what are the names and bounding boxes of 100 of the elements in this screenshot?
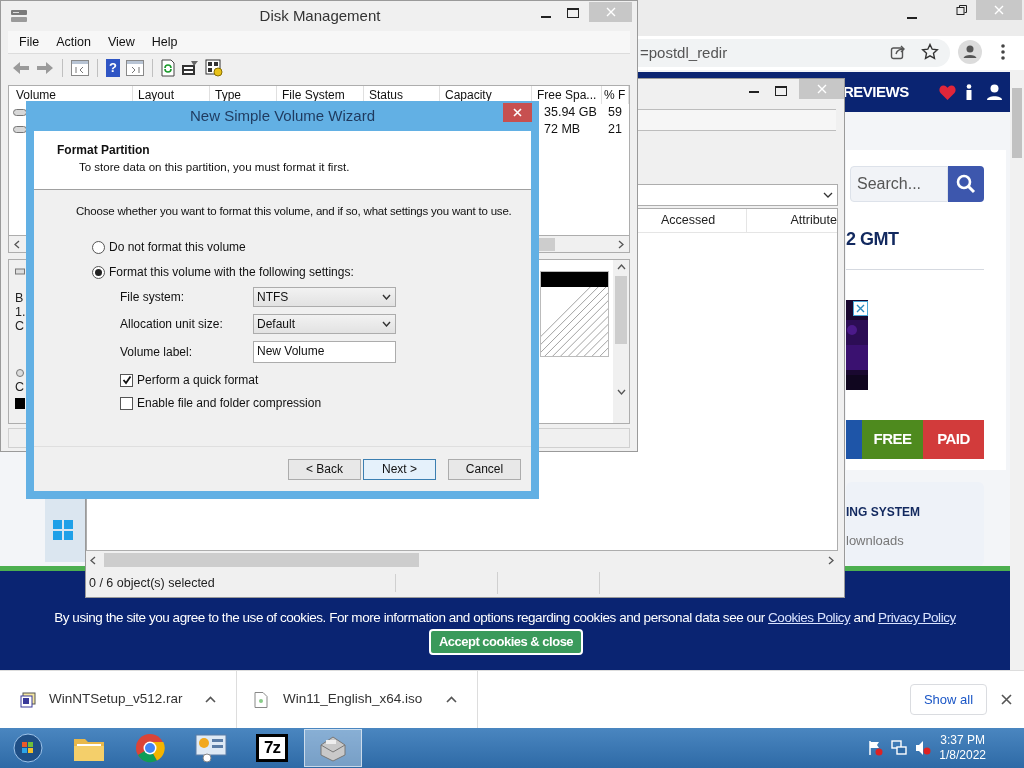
star-icon[interactable] [921,43,939,61]
dropdown[interactable]: NTFS [253,287,396,307]
properties-icon[interactable] [181,60,199,76]
address-bar[interactable]: =postdl_redir [638,39,950,67]
maximize-icon[interactable] [775,86,787,96]
heart-icon[interactable] [938,84,956,100]
field-label: Volume label: [120,344,194,361]
archive-icon [20,691,36,708]
radio-label[interactable]: Do not format this volume [109,238,246,256]
radio-button[interactable] [92,265,105,279]
info-icon[interactable] [965,84,972,100]
column-header[interactable]: Attribute [747,209,837,232]
disk-label: C [15,319,26,333]
dialog-button[interactable]: < Back [288,458,361,480]
clock-date[interactable]: 1/8/2022 [939,748,986,763]
url-text: =postdl_redir [640,42,728,63]
radio-label[interactable]: Format this volume with the following settings: [109,263,354,281]
file-icon [254,691,268,708]
privacy-policy-link[interactable]: Privacy Policy [878,610,956,625]
scroll-right-icon[interactable] [828,555,834,565]
nav-link[interactable]: REVIEWS [843,80,909,104]
user-icon[interactable] [986,84,1002,100]
card-title: ING SYSTEM [846,504,920,521]
radio-button[interactable] [92,240,105,254]
dialog-button[interactable]: Next > [363,458,436,480]
chevron-down-icon[interactable] [382,321,391,327]
network-icon[interactable] [891,740,908,756]
page-heading: Format Partition [57,142,151,159]
accept-cookies-button[interactable]: Accept cookies & close [429,629,583,655]
column-header[interactable]: % F [602,86,629,104]
menu-icon[interactable] [1000,43,1006,61]
menu-item[interactable]: File [19,32,40,52]
scrollbar-thumb[interactable] [104,553,419,567]
menu-item[interactable]: Help [151,32,178,52]
help-icon[interactable]: ? [106,59,120,77]
profile-icon[interactable] [958,40,982,64]
dialog-title: New Simple Volume Wizard [189,105,376,126]
chrome-icon[interactable] [135,733,165,763]
table-cell-text: 59 [607,104,622,122]
drive-icon [13,109,27,116]
action-pane-icon[interactable] [126,60,144,76]
search-placeholder: Search... [857,174,922,194]
taskbar-button[interactable]: 7z [243,729,301,767]
control-panel-icon[interactable] [195,733,227,763]
chevron-up-icon[interactable] [446,696,457,703]
search-icon[interactable] [956,174,976,194]
checkbox[interactable] [120,373,133,387]
vertical-scrollbar[interactable] [613,260,629,423]
minimize-icon[interactable] [749,90,761,94]
taskbar-button[interactable] [304,729,362,767]
cookies-policy-link[interactable]: Cookies Policy [768,610,851,625]
scroll-left-icon[interactable] [14,239,20,249]
category-tab[interactable]: PAID [923,420,984,459]
menu-item[interactable]: Action [56,32,91,52]
drive-icon [13,126,27,133]
show-all-button[interactable]: Show all [910,684,987,715]
scroll-up-icon[interactable] [616,264,626,270]
refresh-icon[interactable] [161,59,175,77]
download-item[interactable]: WinNTSetup_v512.rar [49,689,183,710]
share-icon[interactable] [890,44,906,60]
page-subheading: To store data on this partition, you must format it first. [78,160,351,175]
instruction-text: Choose whether you want to format this volume, and if so, what settings you want to use. [76,204,513,219]
search-field[interactable]: Search... [850,166,948,202]
clock-time[interactable]: 3:37 PM [940,733,985,748]
action-center-icon[interactable] [867,740,884,756]
download-item[interactable]: Win11_English_x64.iso [283,689,423,710]
scroll-left-icon[interactable] [90,555,96,565]
input-field[interactable]: New Volume [253,341,396,363]
scroll-down-icon[interactable] [616,389,626,395]
dialog-button[interactable]: Cancel [448,458,521,480]
start-button[interactable] [13,733,43,763]
volume-muted-icon[interactable] [915,740,932,756]
dropdown[interactable]: Default [253,314,396,334]
disk-label: C [15,380,26,394]
scrollbar-thumb[interactable] [615,276,627,344]
checkbox[interactable] [120,396,133,410]
category-tab[interactable]: FREE [862,420,923,459]
column-header[interactable]: Accessed [653,209,747,232]
archiver-icon[interactable]: 7z [256,734,288,762]
maximize-icon[interactable] [567,8,579,18]
cookie-notice: By using the site you agree to the use of cookies. For more information and options regarding cookies and personal data see our Cookies Policy and Privacy Policy [53,609,957,627]
table-cell-text: 21 [607,121,622,139]
chevron-down-icon[interactable] [382,294,391,300]
minimize-icon[interactable] [541,15,553,19]
menu-item[interactable]: View [107,32,135,52]
search-button[interactable] [948,166,984,202]
scroll-right-icon[interactable] [618,239,624,249]
chevron-up-icon[interactable] [205,696,216,703]
close-button[interactable] [503,103,532,122]
console-tree-icon[interactable] [71,60,89,76]
checkbox-label[interactable]: Enable file and folder compression [137,394,322,412]
field-label: Allocation unit size: [120,316,224,333]
restore-icon[interactable] [956,4,968,16]
chevron-down-icon[interactable] [823,192,833,198]
scrollbar-thumb[interactable] [1012,88,1022,158]
scrollbar[interactable] [1010,70,1024,670]
window-title: Disk Management [259,6,381,24]
checkbox-label[interactable]: Perform a quick format [137,371,259,389]
close-icon[interactable] [1001,694,1012,705]
settings-icon[interactable] [205,59,223,77]
